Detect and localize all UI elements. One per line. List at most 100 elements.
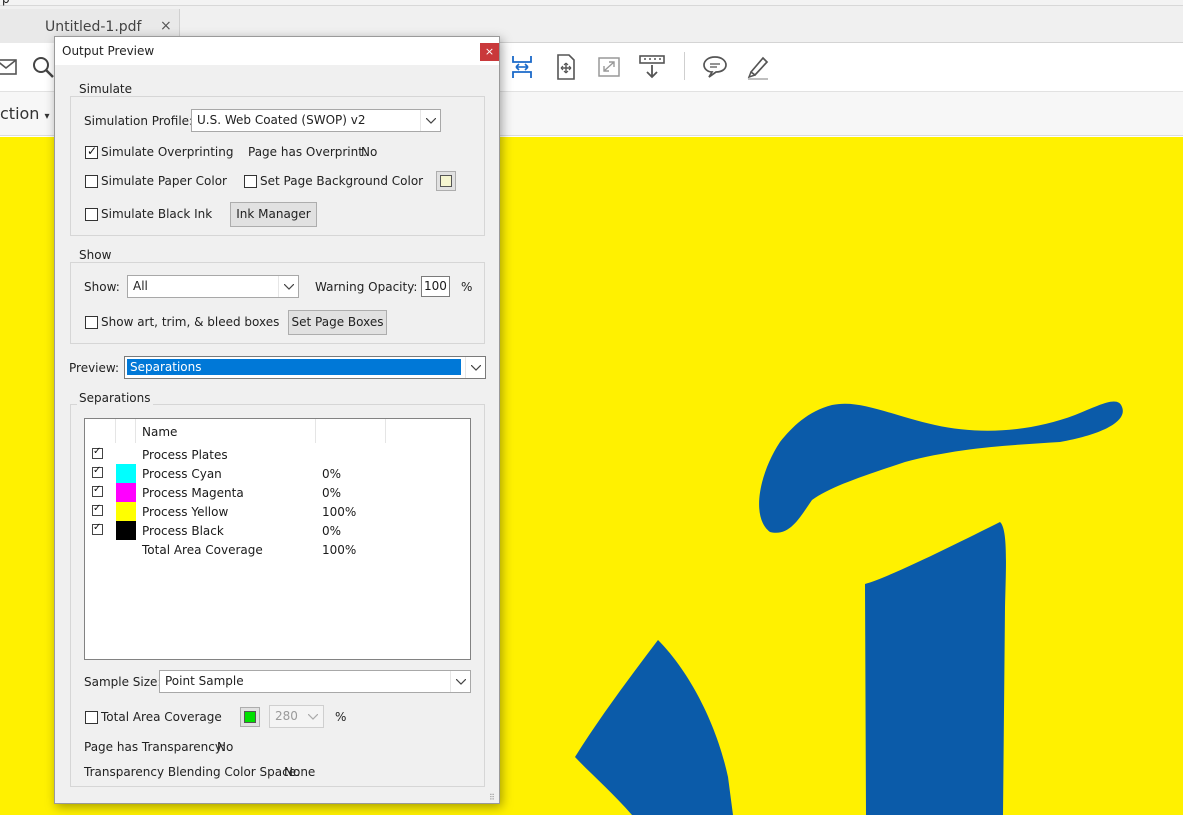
- artwork-vertical-stroke: [865, 522, 1006, 815]
- warning-opacity-input[interactable]: 100: [421, 276, 450, 297]
- separation-checkbox[interactable]: [92, 465, 103, 478]
- yellow-color-chip: [116, 502, 136, 521]
- chevron-down-icon: [420, 110, 440, 131]
- show-group-title: Show: [77, 248, 114, 262]
- total-area-coverage-checkbox[interactable]: [85, 711, 98, 724]
- chevron-down-icon: [303, 706, 323, 727]
- toolbar-separator: [684, 52, 685, 80]
- action-menu-label: ction: [0, 104, 40, 123]
- separation-row[interactable]: Process Magenta 0%: [85, 483, 470, 502]
- separation-name: Process Magenta: [142, 486, 244, 500]
- show-value: All: [133, 279, 148, 293]
- action-menu-fragment[interactable]: ction ▾: [0, 104, 50, 123]
- coverage-limit-value: 280: [275, 709, 298, 723]
- separation-row[interactable]: Process Cyan 0%: [85, 464, 470, 483]
- separation-checkbox[interactable]: [92, 446, 103, 459]
- separation-checkbox[interactable]: [92, 503, 103, 516]
- simulate-paper-color-checkbox[interactable]: [85, 175, 98, 188]
- coverage-limit-select: 280: [269, 705, 324, 728]
- comment-icon[interactable]: [701, 53, 729, 81]
- search-icon[interactable]: [29, 53, 57, 81]
- total-area-coverage-label: Total Area Coverage: [101, 710, 222, 724]
- dialog-title: Output Preview: [62, 44, 155, 58]
- sample-size-label: Sample Size:: [84, 675, 162, 689]
- set-page-boxes-button[interactable]: Set Page Boxes: [288, 310, 387, 335]
- separation-value: 100%: [322, 505, 357, 519]
- simulate-paper-color-label: Simulate Paper Color: [101, 174, 227, 188]
- show-boxes-label: Show art, trim, & bleed boxes: [101, 315, 280, 329]
- header-value-column[interactable]: [316, 419, 386, 443]
- warning-opacity-unit: %: [461, 280, 473, 294]
- simulate-group-title: Simulate: [77, 82, 135, 96]
- document-tab-title: Untitled-1.pdf: [45, 19, 142, 35]
- close-icon: ×: [484, 45, 495, 58]
- resize-grip-icon[interactable]: ⠿: [489, 793, 497, 802]
- show-select[interactable]: All: [127, 275, 299, 298]
- sample-size-select[interactable]: Point Sample: [159, 670, 471, 693]
- separation-row[interactable]: Process Black 0%: [85, 521, 470, 540]
- mail-icon[interactable]: [0, 53, 20, 81]
- simulation-profile-value: U.S. Web Coated (SWOP) v2: [197, 113, 366, 127]
- separation-checkbox[interactable]: [92, 484, 103, 497]
- separation-value: 0%: [322, 486, 342, 500]
- blending-color-space-label: Transparency Blending Color Space:: [84, 765, 301, 779]
- full-screen-icon[interactable]: [595, 53, 623, 81]
- warning-opacity-value: 100: [424, 279, 447, 293]
- separation-value: 100%: [322, 543, 357, 557]
- page-transparency-value: No: [217, 740, 234, 754]
- separation-checkbox[interactable]: [92, 522, 103, 535]
- set-page-background-color-label: Set Page Background Color: [260, 174, 424, 188]
- simulate-overprinting-label: Simulate Overprinting: [101, 145, 234, 159]
- separation-row[interactable]: Process Plates: [85, 445, 470, 464]
- fit-width-icon[interactable]: [508, 53, 536, 81]
- sample-size-value: Point Sample: [165, 674, 244, 688]
- header-check-column: [85, 419, 116, 443]
- ink-manager-button[interactable]: Ink Manager: [230, 202, 317, 227]
- separation-name: Process Plates: [142, 448, 228, 462]
- background-color-chip: [440, 175, 452, 187]
- separation-row[interactable]: Total Area Coverage 100%: [85, 540, 470, 559]
- page-background-color-swatch[interactable]: [436, 171, 456, 191]
- chevron-down-icon: [278, 276, 298, 297]
- cyan-color-chip: [116, 464, 136, 483]
- set-page-background-color-checkbox[interactable]: [244, 175, 257, 188]
- artwork-left-stroke: [575, 640, 733, 815]
- preview-select[interactable]: Separations: [124, 356, 486, 379]
- warning-opacity-label: Warning Opacity:: [315, 280, 418, 294]
- chevron-down-icon: [465, 357, 485, 378]
- header-color-column: [116, 419, 136, 443]
- separation-name: Process Cyan: [142, 467, 222, 481]
- coverage-color-swatch[interactable]: [240, 707, 260, 727]
- dialog-close-button[interactable]: ×: [480, 43, 499, 61]
- read-mode-icon[interactable]: [638, 53, 666, 81]
- separation-name: Process Black: [142, 524, 224, 538]
- page-overprint-label: Page has Overprint:: [248, 145, 367, 159]
- highlight-pen-icon[interactable]: [744, 53, 772, 81]
- separation-name: Total Area Coverage: [142, 543, 263, 557]
- show-label: Show:: [84, 280, 120, 294]
- close-tab-icon[interactable]: ×: [160, 18, 172, 34]
- preview-value: Separations: [127, 359, 461, 375]
- magenta-color-chip: [116, 483, 136, 502]
- separation-name: Process Yellow: [142, 505, 229, 519]
- simulation-profile-select[interactable]: U.S. Web Coated (SWOP) v2: [191, 109, 441, 132]
- separation-value: 0%: [322, 467, 342, 481]
- separations-group-title: Separations: [77, 391, 153, 405]
- page-overprint-value: No: [361, 145, 378, 159]
- coverage-color-chip: [244, 711, 256, 723]
- separation-row[interactable]: Process Yellow 100%: [85, 502, 470, 521]
- page-move-icon[interactable]: [552, 53, 580, 81]
- separation-value: 0%: [322, 524, 342, 538]
- separations-list[interactable]: Name Process Plates Process Cyan 0% Proc…: [84, 418, 471, 660]
- simulate-black-ink-checkbox[interactable]: [85, 208, 98, 221]
- chevron-down-icon: [450, 671, 470, 692]
- simulate-overprinting-checkbox[interactable]: [85, 144, 98, 159]
- preview-label: Preview:: [69, 361, 120, 375]
- artwork-top-stroke: [759, 401, 1123, 533]
- show-boxes-checkbox[interactable]: [85, 316, 98, 329]
- coverage-limit-unit: %: [335, 710, 347, 724]
- chevron-down-icon: ▾: [44, 111, 50, 122]
- blending-color-space-value: None: [284, 765, 316, 779]
- dialog-titlebar[interactable]: Output Preview ×: [55, 37, 499, 65]
- output-preview-dialog: Output Preview × Simulate Simulation Pro…: [54, 36, 500, 804]
